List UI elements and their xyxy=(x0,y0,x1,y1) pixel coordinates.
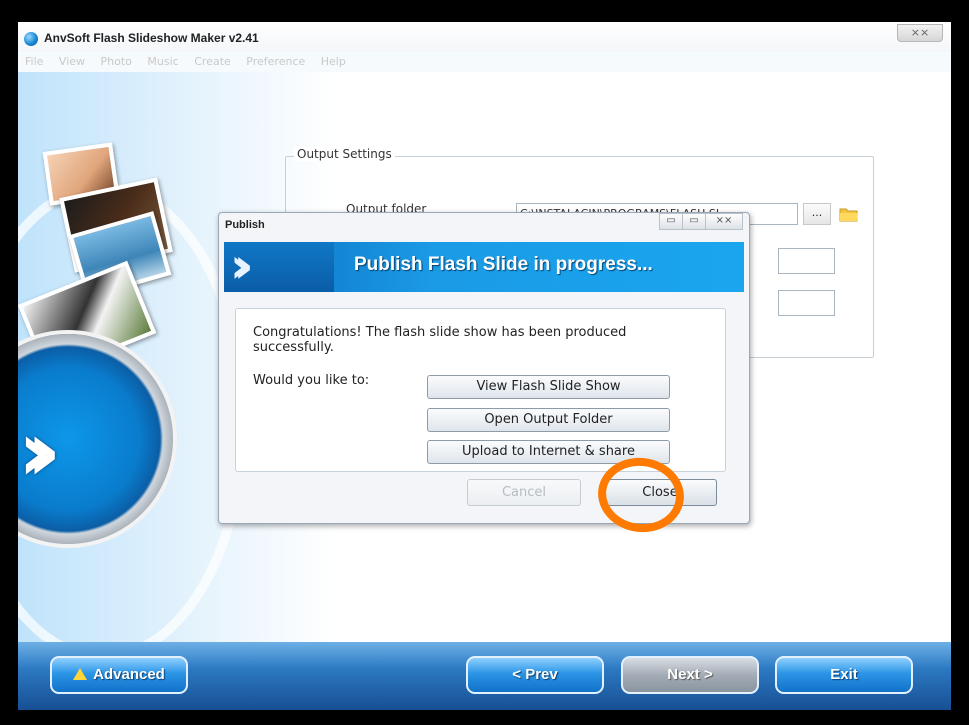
forward-arrows-icon: ›› xyxy=(18,402,62,500)
advanced-button[interactable]: Advanced xyxy=(50,656,188,694)
bottom-navigation-bar: Advanced < Prev Next > Exit xyxy=(18,642,951,710)
menu-create[interactable]: Create xyxy=(194,52,231,72)
dialog-maximize-button[interactable]: ▭ xyxy=(682,213,706,230)
window-close-button[interactable]: ⨯⨯ xyxy=(897,24,943,42)
menu-music[interactable]: Music xyxy=(147,52,178,72)
app-logo-icon xyxy=(24,32,38,46)
success-message: Congratulations! The flash slide show ha… xyxy=(253,325,627,355)
open-output-folder-button[interactable]: Open Output Folder xyxy=(427,408,670,432)
menu-help[interactable]: Help xyxy=(321,52,346,72)
banner-logo: ›› xyxy=(224,238,334,294)
menu-preference[interactable]: Preference xyxy=(246,52,305,72)
menu-view[interactable]: View xyxy=(59,52,85,72)
folder-icon[interactable] xyxy=(838,205,860,223)
app-window: AnvSoft Flash Slideshow Maker v2.41 ⨯⨯ F… xyxy=(18,22,951,710)
menu-photo[interactable]: Photo xyxy=(101,52,132,72)
browse-button[interactable]: ... xyxy=(803,203,831,225)
view-flash-slide-show-button[interactable]: View Flash Slide Show xyxy=(427,375,670,399)
warning-icon xyxy=(73,668,88,680)
title-bar: AnvSoft Flash Slideshow Maker v2.41 ⨯⨯ xyxy=(18,22,951,52)
cancel-button: Cancel xyxy=(467,479,581,506)
app-title: AnvSoft Flash Slideshow Maker v2.41 xyxy=(44,31,259,45)
menu-bar: File View Photo Music Create Preference … xyxy=(18,52,951,72)
output-setting-field-3[interactable] xyxy=(778,290,835,316)
banner-arrows-icon: ›› xyxy=(230,238,253,294)
result-panel: Congratulations! The flash slide show ha… xyxy=(235,308,726,472)
exit-button[interactable]: Exit xyxy=(775,656,913,694)
question-label: Would you like to: xyxy=(253,373,370,388)
dialog-close-x-button[interactable]: ⨯⨯ xyxy=(705,213,743,230)
progress-banner: ›› Publish Flash Slide in progress... xyxy=(224,238,744,294)
banner-text: Publish Flash Slide in progress... xyxy=(354,254,653,275)
dialog-window-controls: ▭ ▭ ⨯⨯ xyxy=(659,213,743,230)
menu-file[interactable]: File xyxy=(25,52,43,72)
prev-button[interactable]: < Prev xyxy=(466,656,604,694)
output-setting-field-2[interactable] xyxy=(778,248,835,274)
next-button[interactable]: Next > xyxy=(621,656,759,694)
advanced-label: Advanced xyxy=(93,666,165,683)
output-settings-title: Output Settings xyxy=(294,147,395,161)
dialog-title: Publish xyxy=(225,219,265,231)
dialog-minimize-button[interactable]: ▭ xyxy=(659,213,683,230)
